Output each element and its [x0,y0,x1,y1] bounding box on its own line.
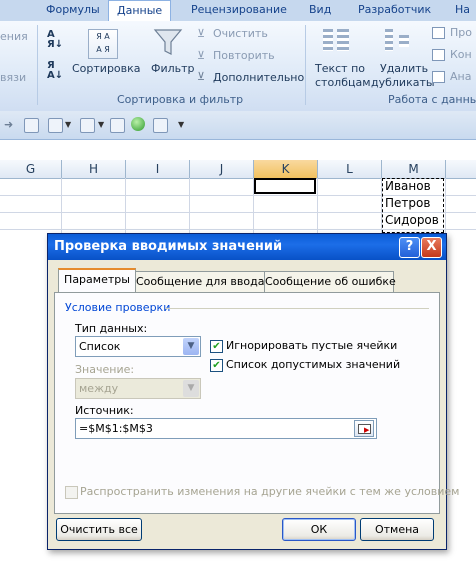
column-header-l[interactable]: L [318,160,382,178]
active-cell-k1[interactable] [254,178,316,194]
reapply-button[interactable]: Повторить [213,49,275,62]
section-title: Условие проверки [65,301,171,314]
column-header-g[interactable]: G [0,160,62,178]
value-select-value: между [79,382,119,395]
value-label: Значение: [75,363,135,376]
ignore-blank-checkbox[interactable]: ✔ [210,340,223,353]
close-button[interactable]: X [421,237,442,258]
clear-filter-icon: ⊻ [197,27,206,40]
parameters-panel: Условие проверки Тип данных: Список ▼ ✔ … [54,292,459,514]
ribbon: ения вязи А Я↓ Я А↓ Я АА Я Сортировка Филь… [0,21,476,112]
column-header-j[interactable]: J [190,160,254,178]
chevron-down-icon[interactable]: ▼ [98,120,104,129]
clear-all-button[interactable]: Очистить все [56,518,142,541]
clear-button[interactable]: Очистить [213,27,268,40]
consolidate-button[interactable]: Кон [450,48,472,61]
cell-m3[interactable]: Сидоров [385,213,439,227]
tab-parameters[interactable]: Параметры [58,268,136,295]
ribbon-tab-bar: Формулы Данные Рецензирование Вид Разраб… [0,0,476,22]
chevron-down-icon[interactable]: ▼ [183,338,199,355]
text-to-columns-label-2[interactable]: столбцам [315,76,371,89]
data-type-label: Тип данных: [75,322,148,335]
data-tools-group-label: Работа с данны [388,93,476,106]
apply-to-all-label: Распространить изменения на другие ячейк… [80,485,460,498]
sort-az-icon[interactable]: А Я↓ [47,30,67,52]
filter-button[interactable]: Фильтр [151,62,195,75]
data-type-select[interactable]: Список ▼ [75,336,201,357]
text-to-columns-label-1[interactable]: Текст по [315,62,365,75]
dialog-title: Проверка вводимых значений [54,239,283,254]
remove-duplicates-label-2[interactable]: дубликаты [371,76,435,89]
sort-dialog-icon[interactable]: Я АА Я [88,29,118,59]
data-validation-icon[interactable] [432,27,445,39]
tab-review[interactable]: Рецензирование [191,3,287,20]
quick-access-toolbar: ➜ ▼ ▼ ▼ [0,111,476,140]
validation-button[interactable]: Про [450,26,472,39]
advanced-filter-icon: ⊻ [197,70,206,83]
cell-m1[interactable]: Иванов [385,179,431,193]
sort-filter-group-label: Сортировка и фильтр [117,93,244,106]
tab-addins[interactable]: На [455,3,470,20]
what-if-icon[interactable] [432,71,445,83]
partial-label: вязи [0,71,27,84]
cancel-button[interactable]: Отмена [360,518,434,541]
window-icon[interactable] [153,118,168,133]
reapply-icon: ⊻ [197,49,206,62]
what-if-button[interactable]: Ана [450,70,471,83]
source-value: =$M$1:$M$3 [79,422,153,435]
column-header-m[interactable]: M [382,160,446,178]
copy-icon[interactable] [80,118,95,133]
customize-toolbar-icon[interactable]: ▼ [178,120,184,129]
column-header-k[interactable]: K [254,160,318,178]
data-validation-dialog: Проверка вводимых значений ? X Параметры… [47,233,459,550]
tab-formulas[interactable]: Формулы [46,3,100,20]
consolidate-icon[interactable] [432,49,445,61]
value-select: между ▼ [75,378,201,399]
partial-label: ения [0,30,28,43]
tab-error-alert[interactable]: Сообщение об ошибке [264,271,396,293]
advanced-button[interactable]: Дополнительно [213,71,304,84]
column-header-i[interactable]: I [126,160,190,178]
remove-duplicates-icon[interactable] [385,27,411,55]
in-cell-dropdown-checkbox[interactable]: ✔ [210,359,223,372]
cell-m2[interactable]: Петров [385,196,430,210]
remove-duplicates-label-1[interactable]: Удалить [380,62,428,75]
apply-to-all-checkbox [65,486,78,499]
chevron-down-icon: ▼ [183,380,199,397]
column-header-row: G H I J K L M [0,160,476,179]
arrow-icon[interactable]: ➜ [4,118,13,131]
sort-button[interactable]: Сортировка [72,62,141,75]
in-cell-dropdown-label: Список допустимых значений [226,358,401,371]
data-type-value: Список [79,340,121,353]
text-to-columns-icon[interactable] [323,27,351,55]
section-divider [165,308,429,309]
source-label: Источник: [75,404,134,417]
chevron-down-icon[interactable]: ▼ [65,120,71,129]
filter-icon[interactable] [153,27,183,57]
tab-input-message[interactable]: Сообщение для ввода [135,271,265,293]
table-icon[interactable] [110,118,125,133]
ignore-blank-label: Игнорировать пустые ячейки [226,339,398,352]
dialog-title-bar[interactable]: Проверка вводимых значений ? X [48,234,446,260]
tab-view[interactable]: Вид [309,3,331,20]
settings-icon[interactable] [48,118,63,133]
green-circle-icon[interactable] [131,117,145,131]
tab-data[interactable]: Данные [108,0,172,22]
tab-developer[interactable]: Разработчик [358,3,431,20]
sort-za-icon[interactable]: Я А↓ [47,61,67,83]
source-input[interactable]: =$M$1:$M$3 ▶ [75,418,377,439]
help-button[interactable]: ? [399,237,420,258]
collapse-dialog-icon[interactable]: ▶ [354,420,374,437]
document-icon[interactable] [24,118,39,133]
column-header-h[interactable]: H [62,160,126,178]
ok-button[interactable]: ОК [282,518,356,541]
